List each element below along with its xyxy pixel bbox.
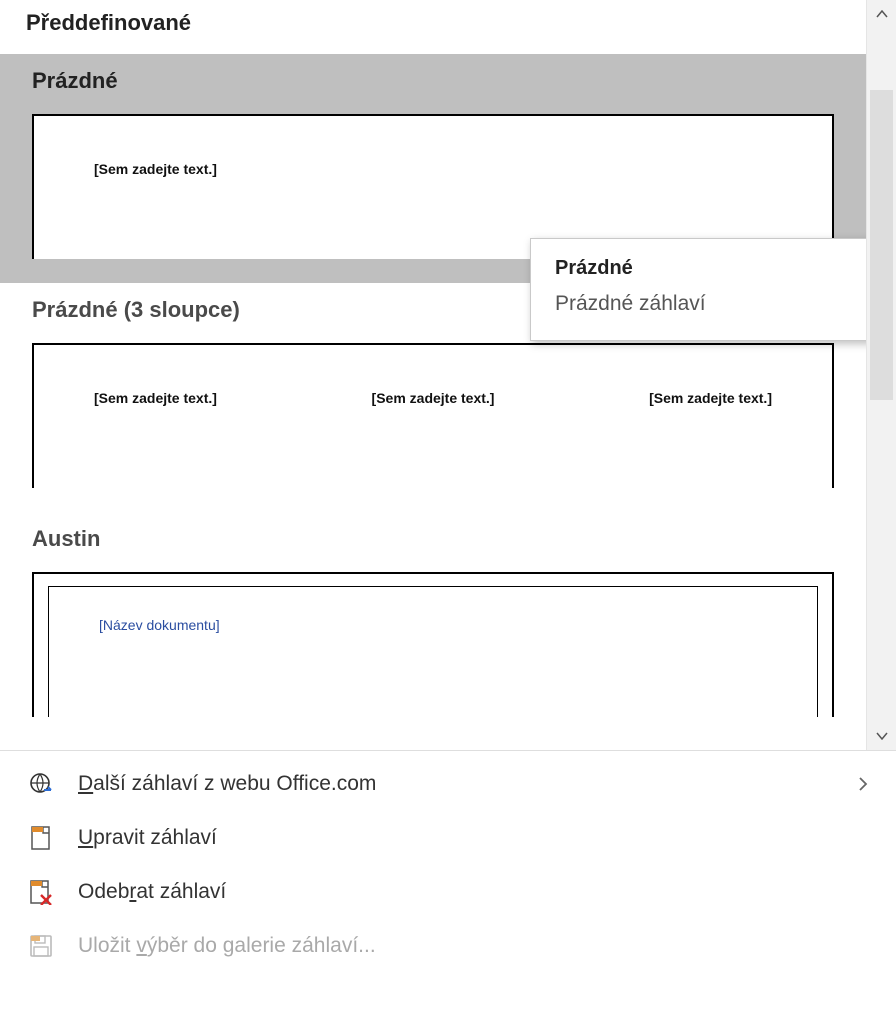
gallery-item-austin[interactable]: Austin [Název dokumentu] [0,512,866,741]
gallery-item-preview: [Sem zadejte text.] [Sem zadejte text.] … [0,333,866,512]
chevron-down-icon [876,732,888,740]
page-icon [28,825,54,851]
placeholder-text: [Sem zadejte text.] [94,161,217,177]
menu-remove-header[interactable]: Odebrat záhlaví [0,865,896,919]
chevron-up-icon [876,10,888,18]
menu-label: Upravit záhlaví [78,826,217,850]
placeholder-text: [Sem zadejte text.] [372,390,495,406]
header-gallery: Předdefinované Prázdné [Sem zadejte text… [0,0,866,750]
chevron-right-icon [858,776,868,792]
placeholder-text: [Sem zadejte text.] [649,390,772,406]
scroll-up-button[interactable] [867,0,896,28]
scrollbar-thumb[interactable] [870,90,893,400]
placeholder-text: [Sem zadejte text.] [94,390,217,406]
tooltip: Prázdné Prázdné záhlaví [530,238,890,341]
menu-label: Další záhlaví z webu Office.com [78,772,376,796]
doc-title-placeholder: [Název dokumentu] [99,617,220,633]
scrollbar [866,0,896,750]
globe-icon [28,771,54,797]
tooltip-title: Prázdné [555,257,865,280]
gallery-item-label: Austin [0,512,866,562]
tooltip-description: Prázdné záhlaví [555,292,865,316]
menu-label: Uložit výběr do galerie záhlaví... [78,934,376,958]
save-icon [28,933,54,959]
scrollbar-track[interactable] [867,28,896,722]
menu-label: Odebrat záhlaví [78,880,226,904]
menu-save-selection: Uložit výběr do galerie záhlaví... [0,919,896,973]
menu-edit-header[interactable]: Upravit záhlaví [0,811,896,865]
menu: Další záhlaví z webu Office.com Upravit … [0,750,896,979]
page-remove-icon [28,879,54,905]
section-title: Předdefinované [0,0,866,54]
menu-more-from-office[interactable]: Další záhlaví z webu Office.com [0,757,896,811]
gallery-item-preview: [Název dokumentu] [0,562,866,741]
scroll-down-button[interactable] [867,722,896,750]
gallery-item-label: Prázdné [0,54,866,104]
